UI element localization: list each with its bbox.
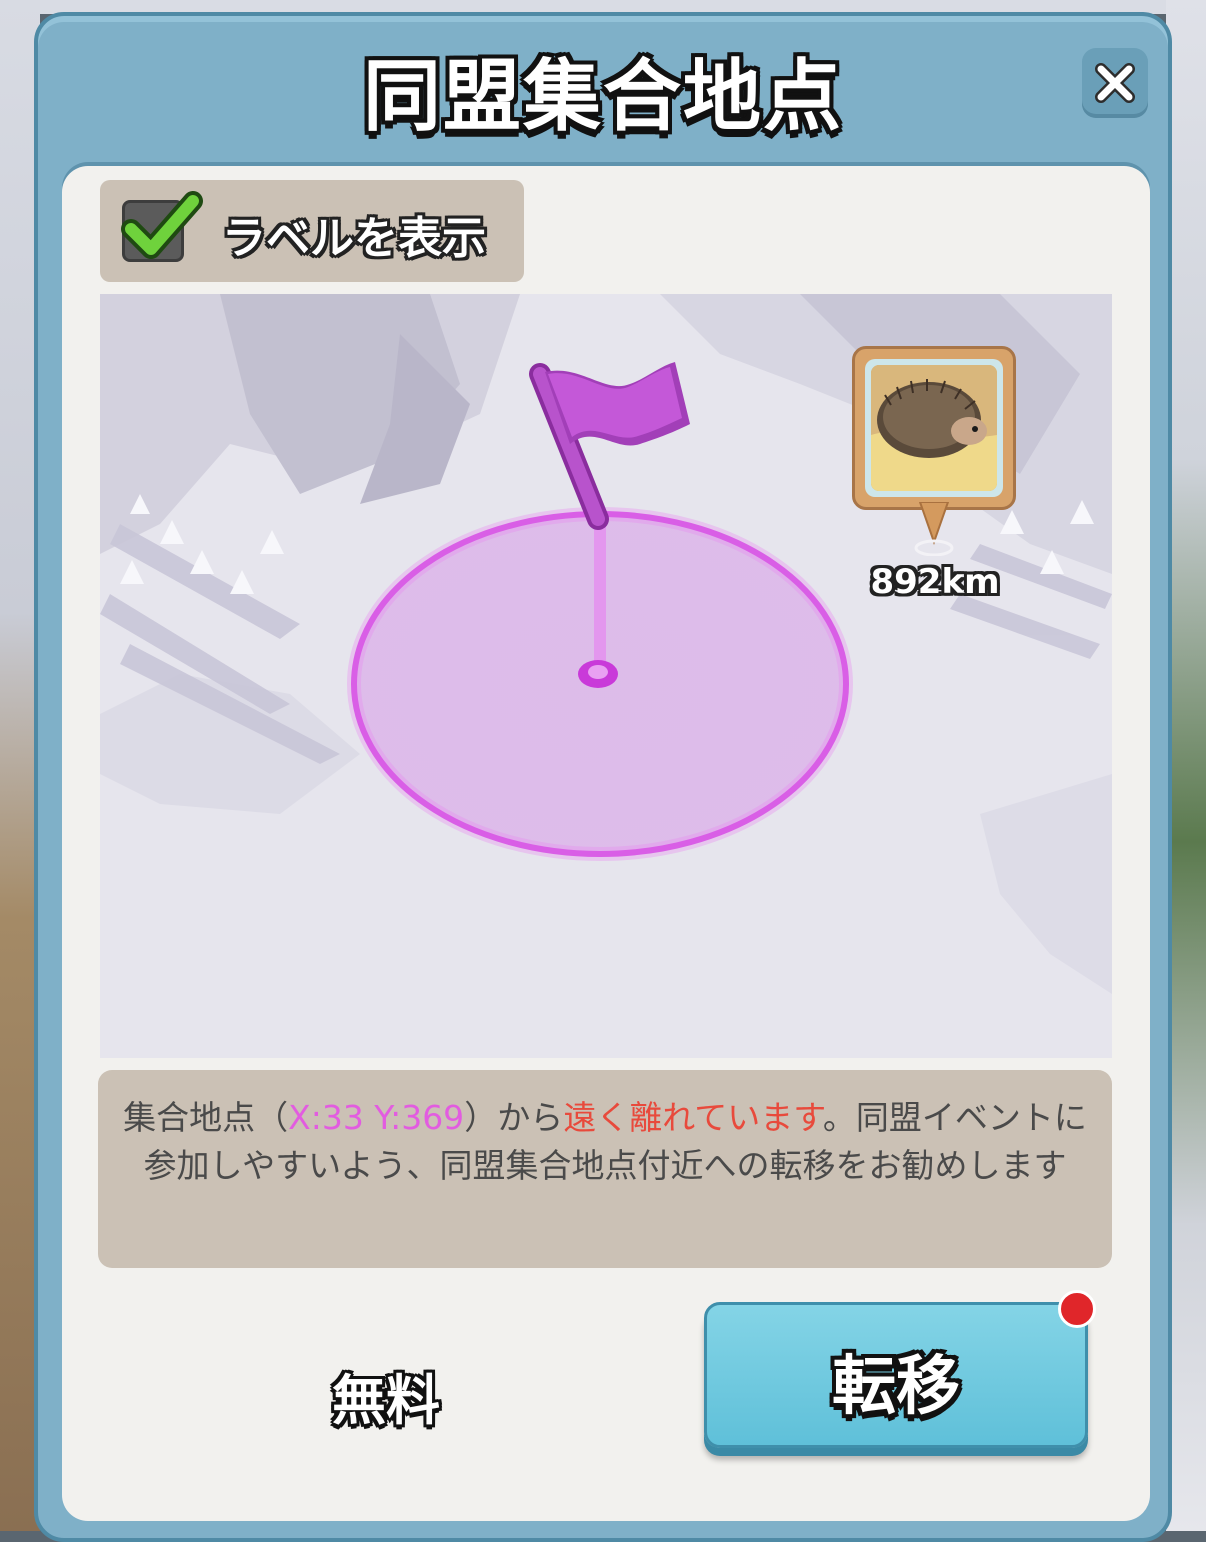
location-pin-icon (914, 502, 954, 556)
show-labels-label: ラベルを表示 (222, 213, 486, 264)
notification-badge (1058, 1290, 1096, 1328)
avatar-background (865, 359, 1003, 497)
dialog-title: 同盟集合地点 (362, 52, 843, 142)
show-labels-toggle[interactable]: ラベルを表示 (100, 180, 524, 282)
distance-warning: 遠く離れています (563, 1098, 823, 1137)
rally-notice-message: 集合地点（X:33 Y:369）から遠く離れています。同盟イベントに参加しやすい… (98, 1070, 1112, 1268)
teleport-cost-label: 無料 (332, 1369, 440, 1432)
background-scene-right (1166, 0, 1206, 1531)
player-avatar-frame (852, 346, 1016, 510)
hedgehog-icon (871, 365, 997, 491)
checkmark-icon (121, 191, 203, 259)
teleport-button[interactable]: 転移 (704, 1302, 1088, 1448)
player-distance-label: 892km (870, 562, 1000, 602)
rally-map-view[interactable]: 892km (100, 294, 1112, 1058)
avatar (871, 365, 997, 491)
dialog-panel: ラベルを表示 892km 集合地点（X:33 Y:369）から遠く離れています。… (62, 166, 1150, 1521)
message-part-1: 集合地点（ (123, 1098, 289, 1137)
message-part-2: ）から (464, 1098, 564, 1137)
teleport-button-label: 転移 (832, 1350, 960, 1424)
show-labels-checkbox[interactable] (121, 191, 203, 262)
rally-coordinates[interactable]: X:33 Y:369 (288, 1098, 464, 1137)
player-location-marker[interactable] (852, 346, 1016, 562)
close-button[interactable] (1082, 48, 1148, 118)
rally-point-dialog: 同盟集合地点 ラベルを表示 892km 集合地点（X:33 Y:369）から遠く… (34, 12, 1172, 1542)
close-icon (1095, 63, 1135, 103)
